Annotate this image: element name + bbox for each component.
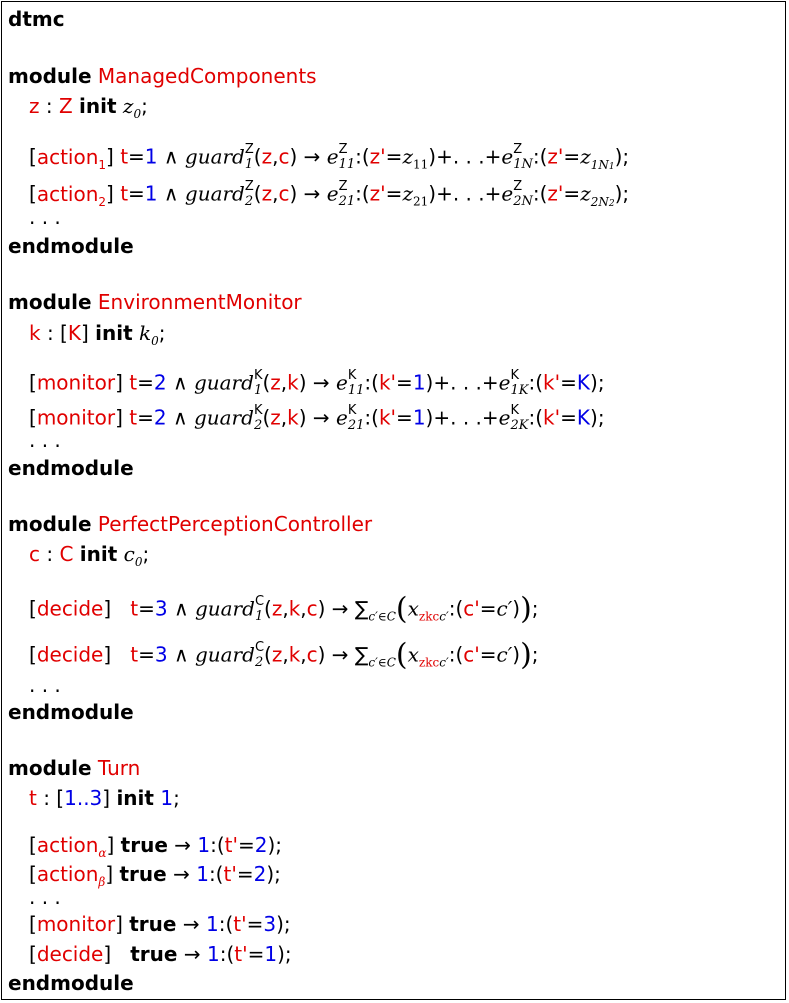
command-line: [monitor] true → 1:(t'=3);: [29, 912, 291, 936]
command-line: [decide] t=3 ∧ guard C 1 (z,k,c) → ∑c′∈C(xz…: [29, 591, 539, 627]
module-header-perfect-perception-controller: module PerfectPerceptionController: [8, 512, 373, 536]
endmodule-keyword: endmodule: [8, 234, 134, 258]
page: dtmc module ManagedComponents z : Z init…: [0, 0, 789, 1003]
action-label: actionα: [36, 833, 107, 860]
module-name: Turn: [97, 756, 141, 780]
command-line: [actionβ] true → 1:(t'=2);: [29, 862, 281, 889]
model-type: dtmc: [8, 7, 65, 31]
module-name: EnvironmentMonitor: [97, 290, 302, 314]
ellipsis: . . .: [29, 205, 61, 229]
action-label: action1: [36, 144, 107, 172]
module-header-turn: module Turn: [8, 756, 141, 780]
var-decl-z: z : Z init z0;: [29, 94, 148, 121]
var-name: z: [29, 94, 40, 118]
ellipsis: . . .: [29, 885, 61, 909]
action-label: monitor: [36, 912, 116, 936]
turn-value: 1: [144, 144, 158, 169]
command-line: [decide] true → 1:(t'=1);: [29, 942, 292, 966]
var-type: Z: [58, 94, 73, 118]
endmodule-keyword: endmodule: [8, 971, 134, 995]
ellipsis: . . .: [29, 428, 61, 452]
command-line: [decide] t=3 ∧ guard C 2 (z,k,c) → ∑c′∈C(xz…: [29, 637, 539, 673]
var-decl-c: c : C init c0;: [29, 542, 150, 569]
action-label: actionβ: [36, 862, 106, 889]
var-decl-t: t : [1..3] init 1;: [29, 786, 180, 810]
action-label: monitor: [36, 405, 116, 430]
module-header-environment-monitor: module EnvironmentMonitor: [8, 289, 302, 315]
module-name: PerfectPerceptionController: [97, 512, 373, 536]
init-value: z0: [122, 94, 142, 121]
var-decl-k: k : [K] init k0;: [29, 321, 166, 348]
turn-value: 1: [144, 181, 158, 206]
action-label: monitor: [36, 370, 116, 395]
module-keyword: module: [8, 290, 92, 314]
action-label: action2: [36, 181, 107, 209]
command-line: [action2] t=1 ∧ guard Z 2 (z,c) → e Z 21:(z'=…: [29, 179, 630, 209]
module-header-managed-components: module ManagedComponents: [8, 63, 317, 89]
command-line: [action1] t=1 ∧ guard Z 1 (z,c) → e Z 11:(z'=…: [29, 142, 630, 172]
command-line: [monitor] t=2 ∧ guard K 1 (z,k) → e K 11:(k'=…: [29, 368, 605, 398]
action-label: decide: [36, 642, 104, 667]
endmodule-keyword: endmodule: [8, 700, 134, 724]
endmodule-keyword: endmodule: [8, 456, 134, 480]
action-label: decide: [36, 596, 104, 621]
ellipsis: . . .: [29, 673, 61, 697]
command-line: [monitor] t=2 ∧ guard K 2 (z,k) → e K 21:(k'=…: [29, 403, 605, 433]
action-label: decide: [36, 942, 104, 966]
init-keyword: init: [79, 94, 117, 118]
module-name: ManagedComponents: [97, 64, 317, 88]
module-keyword: module: [8, 64, 92, 88]
